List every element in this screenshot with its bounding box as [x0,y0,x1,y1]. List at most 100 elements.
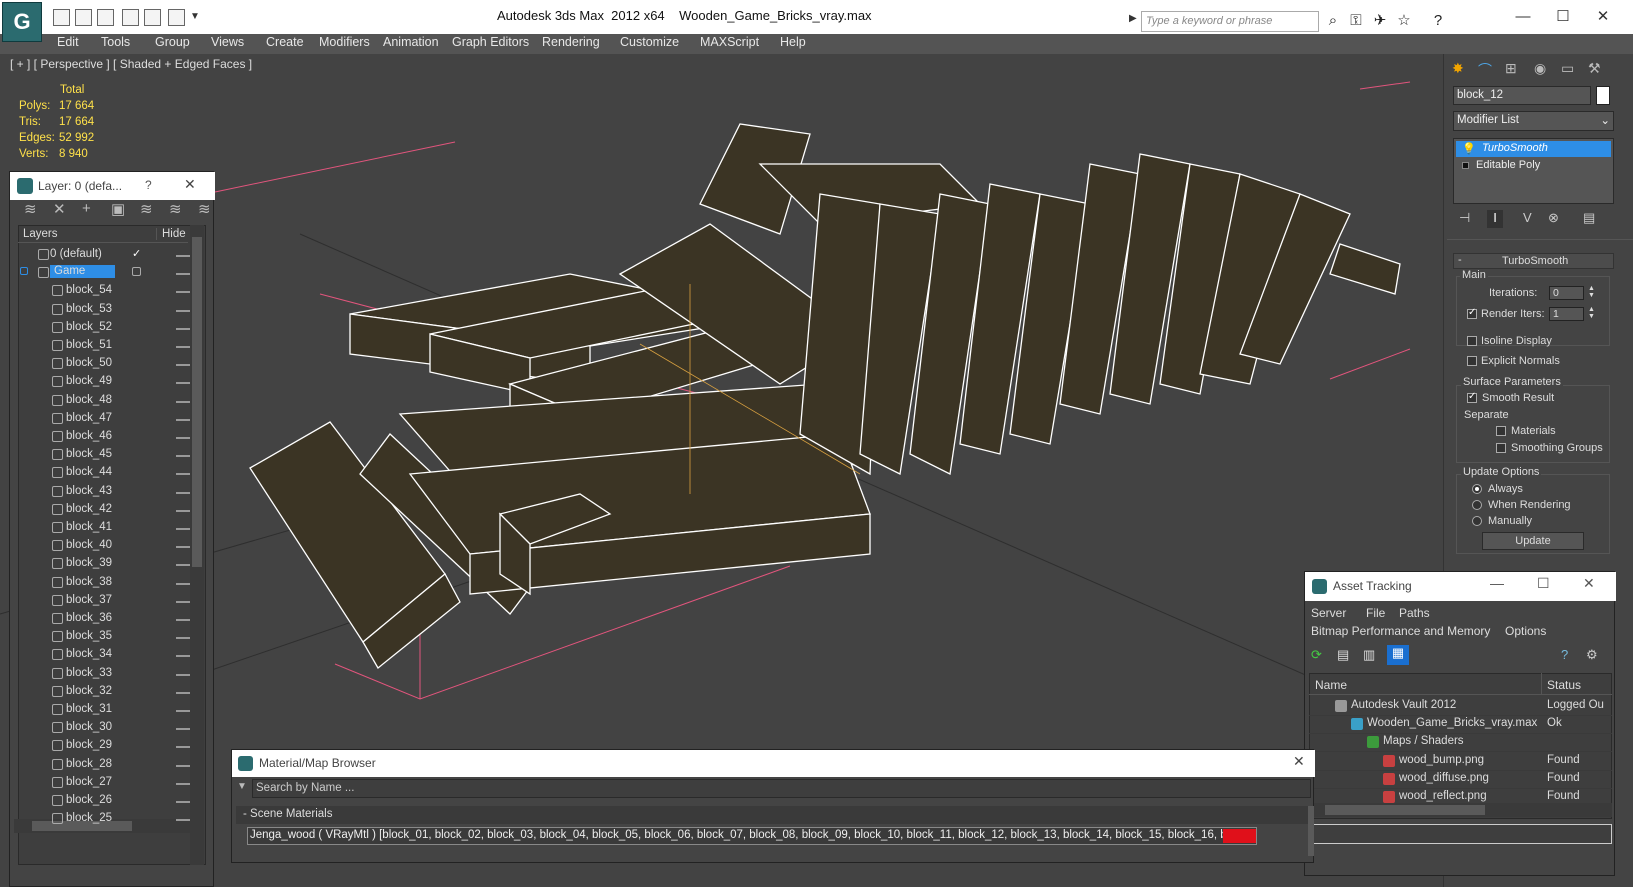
col-name[interactable]: Name [1315,678,1347,692]
hide-toggle[interactable] [176,655,190,658]
set-current-layer-icon[interactable]: ≋ [169,200,191,218]
delete-layer-icon[interactable]: ✕ [53,200,75,218]
hide-toggle[interactable] [176,382,190,385]
redo-icon[interactable] [144,9,161,26]
layer-row-object[interactable]: block_42 [18,501,198,520]
menu-views[interactable]: Views [211,35,244,49]
iterations-spinner-arrows[interactable]: ▲ ▼ [1588,285,1595,299]
modifier-stack[interactable]: TurboSmooth 💡 Editable Poly [1453,138,1614,204]
lightbulb-icon[interactable]: 💡 [1462,142,1476,155]
hide-toggle[interactable] [176,364,190,367]
render-iters-checkbox[interactable]: ✓ [1467,307,1477,319]
viewport-label[interactable]: [ + ] [ Perspective ] [ Shaded + Edged F… [10,57,252,71]
always-radio[interactable] [1472,484,1482,494]
update-button[interactable]: Update [1482,532,1584,550]
help-icon[interactable]: ? [1428,11,1448,31]
hide-toggle[interactable] [176,691,190,694]
undo-icon[interactable] [122,9,139,26]
layer-row-object[interactable]: block_48 [18,392,198,411]
menu-rendering[interactable]: Rendering [542,35,600,49]
layer-row-object[interactable]: block_50 [18,355,198,374]
asset-row[interactable]: Maps / Shaders [1309,733,1612,753]
hide-toggle[interactable] [176,600,190,603]
col-layers[interactable]: Layers [23,228,58,240]
hide-toggle[interactable] [176,764,190,767]
maximize-icon[interactable]: ☐ [1543,5,1583,29]
scene-materials-header[interactable]: - Scene Materials [236,806,1308,824]
smoothing-groups-checkbox[interactable] [1496,443,1506,453]
hide-toggle[interactable] [176,564,190,567]
layer-row-object[interactable]: block_40 [18,537,198,556]
hide-toggle[interactable] [176,782,190,785]
menu-help[interactable]: Help [780,35,806,49]
current-layer-box-icon[interactable] [132,267,141,277]
object-color-swatch[interactable] [1596,86,1610,105]
menu-graph-editors[interactable]: Graph Editors [452,35,529,49]
menu-edit[interactable]: Edit [57,35,79,49]
close-app-icon[interactable]: ✕ [1583,5,1623,29]
quick-access-dropdown-icon[interactable]: ▼ [190,11,200,22]
project-folder-icon[interactable] [168,9,185,26]
layer-manager-titlebar[interactable]: Layer: 0 (defa... ? ✕ [10,172,215,200]
stack-item-editable-poly[interactable]: Editable Poly [1456,158,1611,174]
manually-radio[interactable] [1472,516,1482,526]
create-layer-icon[interactable]: ≋ [24,200,46,218]
layer-row-object[interactable]: block_47 [18,410,198,429]
open-file-icon[interactable] [75,9,92,26]
asset-tracking-window[interactable]: Asset Tracking — ☐ ✕ Server File Paths B… [1304,571,1616,876]
communication-center-icon[interactable]: ✈ [1370,11,1390,31]
layer-help-button[interactable]: ? [145,178,152,192]
hide-toggle[interactable] [176,455,190,458]
asset-row[interactable]: Autodesk Vault 2012 Logged Ou [1309,697,1612,716]
list-view-icon[interactable]: ▤ [1337,647,1349,663]
save-file-icon[interactable] [97,9,114,26]
display-tab-icon[interactable]: ▭ [1561,60,1574,77]
hide-toggle[interactable] [176,309,190,312]
configure-modifier-sets-icon[interactable]: ▤ [1583,210,1595,226]
menu-animation[interactable]: Animation [383,35,439,49]
hide-toggle[interactable] [176,637,190,640]
favorites-star-icon[interactable]: ☆ [1394,11,1414,31]
asset-menu-server[interactable]: Server [1311,606,1346,620]
layer-row-game[interactable]: Game [18,264,198,283]
expand-layer-icon[interactable] [20,267,28,276]
material-close-icon[interactable]: ✕ [1293,753,1305,770]
hide-toggle[interactable] [176,437,190,439]
layer-row-object[interactable]: block_54 [18,282,198,301]
layer-row-object[interactable]: block_49 [18,373,198,392]
thumbnail-view-icon[interactable]: ▥ [1363,647,1375,663]
layer-row-object[interactable]: block_25 [18,810,198,829]
hide-toggle[interactable] [176,801,190,803]
layer-row-object[interactable]: block_26 [18,792,198,811]
layer-row-object[interactable]: block_39 [18,555,198,574]
hide-toggle[interactable] [176,491,190,494]
browser-options-icon[interactable]: ▼ [237,781,247,792]
modify-tab-icon[interactable]: ⌒ [1478,60,1492,80]
layer-manager-window[interactable]: Layer: 0 (defa... ? ✕ ≋ ✕ + ▣ ≋ ≋ ≋ Laye… [9,171,215,887]
asset-hscroll-thumb[interactable] [1325,805,1485,815]
keyword-search-input[interactable]: Type a keyword or phrase [1141,11,1319,32]
hide-all-icon[interactable]: ≋ [198,200,211,218]
hide-toggle[interactable] [176,619,190,621]
hide-toggle[interactable] [176,346,190,348]
hide-toggle[interactable] [176,819,190,822]
layer-close-icon[interactable]: ✕ [184,176,196,193]
refresh-icon[interactable]: ⟳ [1311,647,1322,663]
hide-toggle[interactable] [176,673,190,676]
create-tab-icon[interactable]: ✸ [1452,60,1464,77]
layer-row-object[interactable]: block_31 [18,701,198,720]
asset-minimize-icon[interactable]: — [1490,575,1504,591]
asset-row[interactable]: Wooden_Game_Bricks_vray.max Ok [1309,715,1612,735]
hide-toggle[interactable] [176,473,190,476]
hierarchy-tab-icon[interactable]: ⊞ [1505,60,1517,77]
show-end-result-icon[interactable]: I [1487,210,1503,228]
layer-row-object[interactable]: block_35 [18,628,198,647]
add-to-layer-icon[interactable]: + [82,200,104,217]
layer-row-object[interactable]: block_46 [18,428,198,447]
hide-toggle[interactable] [176,728,190,731]
binoculars-search-icon[interactable]: ⌕ [1323,11,1343,31]
asset-hscrollbar[interactable] [1309,803,1612,817]
hide-toggle[interactable] [176,746,190,749]
asset-path-field[interactable] [1309,824,1612,844]
asset-settings-icon[interactable]: ⚙ [1586,647,1598,663]
